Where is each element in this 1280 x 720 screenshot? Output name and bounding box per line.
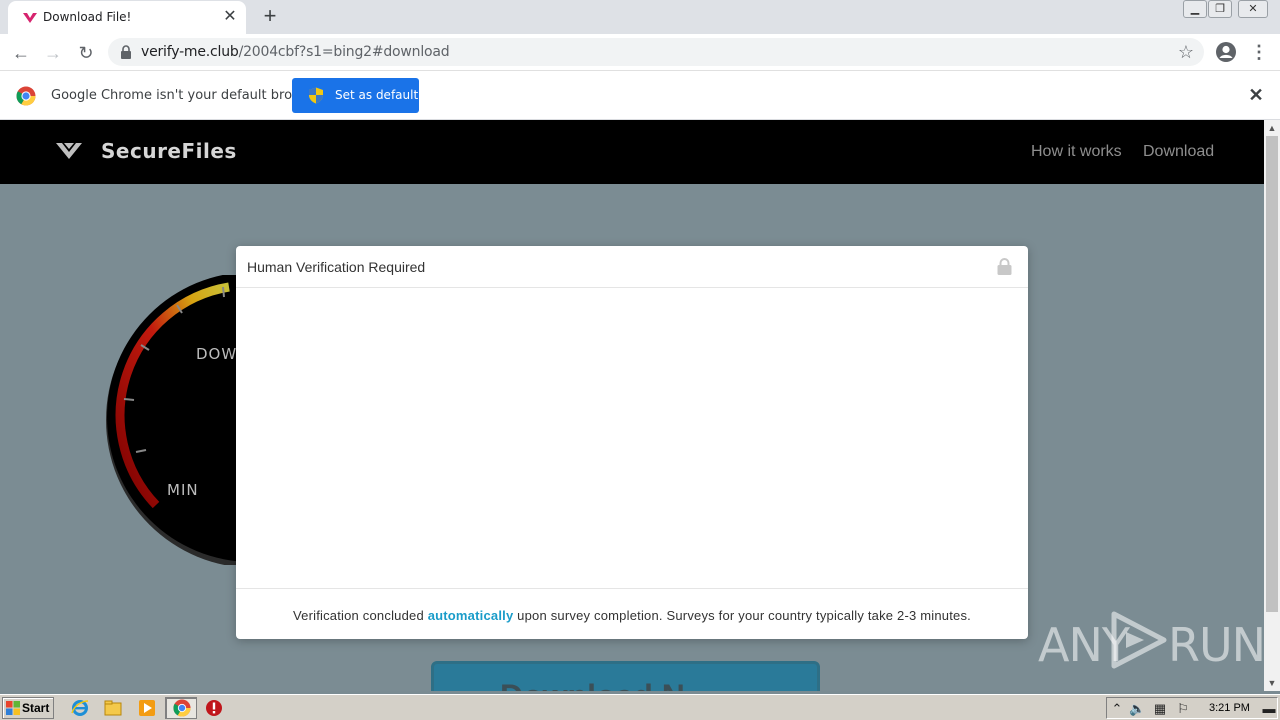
url-text: verify-me.club/2004cbf?s1=bing2#download: [141, 44, 450, 60]
tray-expand-icon[interactable]: ⌃: [1109, 701, 1125, 717]
show-desktop-icon[interactable]: ▬: [1261, 701, 1277, 717]
site-brand: SecureFiles: [101, 139, 237, 163]
scroll-thumb[interactable]: [1266, 136, 1278, 612]
modal-footer: Verification concluded automatically upo…: [236, 588, 1028, 639]
internet-explorer-icon[interactable]: [71, 699, 89, 717]
infobar-message: Google Chrome isn't your default browser: [51, 88, 323, 103]
gauge-label-min: MIN: [167, 481, 199, 499]
file-explorer-icon[interactable]: [104, 699, 122, 717]
uac-shield-icon: [309, 87, 323, 104]
footer-highlight: automatically: [427, 608, 514, 623]
nav-link-how-it-works[interactable]: How it works: [1031, 143, 1122, 161]
infobar-close-icon[interactable]: ✕: [1247, 86, 1265, 104]
url-path: /2004cbf?s1=bing2#download: [238, 44, 450, 60]
play-logo-icon: [1111, 611, 1167, 669]
scroll-down-arrow-icon[interactable]: ▼: [1264, 675, 1280, 691]
modal-footer-text: Verification concluded automatically upo…: [236, 608, 1028, 623]
network-icon[interactable]: ▦: [1152, 701, 1168, 717]
modal-title: Human Verification Required: [247, 259, 426, 275]
url-host: verify-me.club: [141, 44, 239, 60]
chrome-menu-icon[interactable]: ⋮: [1250, 41, 1268, 63]
system-tray: ⌃ 🔈 ▦ ⚐ 3:21 PM ▬: [1106, 697, 1278, 719]
close-window-button[interactable]: ✕: [1238, 0, 1268, 18]
page-scrollbar[interactable]: ▲ ▼: [1264, 120, 1280, 691]
tab-title: Download File!: [43, 10, 132, 24]
lock-icon: [121, 45, 131, 59]
tab-close-icon[interactable]: ✕: [222, 9, 238, 25]
tab-download-file[interactable]: Download File! ✕: [8, 1, 246, 34]
taskbar-clock: 3:21 PM: [1209, 702, 1250, 714]
minimize-button[interactable]: ▁: [1183, 0, 1207, 18]
default-browser-infobar: Google Chrome isn't your default browser…: [0, 71, 1280, 120]
footer-text-start: Verification concluded: [293, 608, 428, 623]
download-now-button[interactable]: Download N: [431, 661, 820, 691]
chrome-taskbar-button[interactable]: [165, 697, 197, 719]
watermark-run: RUN: [1168, 618, 1266, 672]
bookmark-star-icon[interactable]: ☆: [1178, 42, 1194, 63]
chrome-taskbar-icon: [173, 699, 191, 717]
set-as-default-button[interactable]: Set as default: [292, 78, 419, 113]
chrome-logo-icon: [16, 86, 36, 106]
action-center-flag-icon[interactable]: ⚐: [1175, 701, 1191, 717]
modal-header: Human Verification Required: [236, 246, 1028, 288]
anyrun-watermark: ANY RUN: [1038, 608, 1266, 672]
stop-sign-icon[interactable]: [205, 699, 223, 717]
back-button[interactable]: ←: [9, 41, 33, 65]
site-navbar: SecureFiles How it works Download: [0, 120, 1264, 184]
start-label: Start: [22, 701, 50, 715]
set-as-default-label: Set as default: [335, 88, 419, 102]
reload-button[interactable]: ↻: [74, 41, 98, 65]
media-player-icon[interactable]: [138, 699, 156, 717]
padlock-icon: [997, 258, 1012, 275]
new-tab-button[interactable]: +: [259, 5, 281, 27]
browser-toolbar: ← → ↻ verify-me.club/2004cbf?s1=bing2#do…: [0, 34, 1280, 71]
windows-taskbar: Start ⌃ 🔈 ▦ ⚐ 3:21 PM ▬: [0, 694, 1280, 720]
securefiles-logo-icon: [56, 143, 82, 159]
tab-strip: Download File! ✕ + ▁ ❐ ✕: [0, 0, 1280, 34]
securefiles-favicon-icon: [23, 13, 37, 23]
verification-modal: Human Verification Required Verification…: [236, 246, 1028, 639]
download-now-label: Download N: [500, 678, 685, 691]
address-bar[interactable]: verify-me.club/2004cbf?s1=bing2#download…: [108, 38, 1204, 66]
volume-icon[interactable]: 🔈: [1129, 701, 1145, 717]
forward-button[interactable]: →: [41, 41, 65, 65]
profile-avatar-icon[interactable]: [1215, 41, 1237, 63]
page-content: SecureFiles How it works Download DOWN M…: [0, 120, 1264, 691]
footer-text-end: upon survey completion. Surveys for your…: [513, 608, 971, 623]
start-button[interactable]: Start: [2, 697, 54, 719]
windows-flag-icon: [6, 701, 20, 715]
nav-link-download[interactable]: Download: [1143, 143, 1214, 161]
restore-button[interactable]: ❐: [1208, 0, 1232, 18]
scroll-up-arrow-icon[interactable]: ▲: [1264, 120, 1280, 136]
